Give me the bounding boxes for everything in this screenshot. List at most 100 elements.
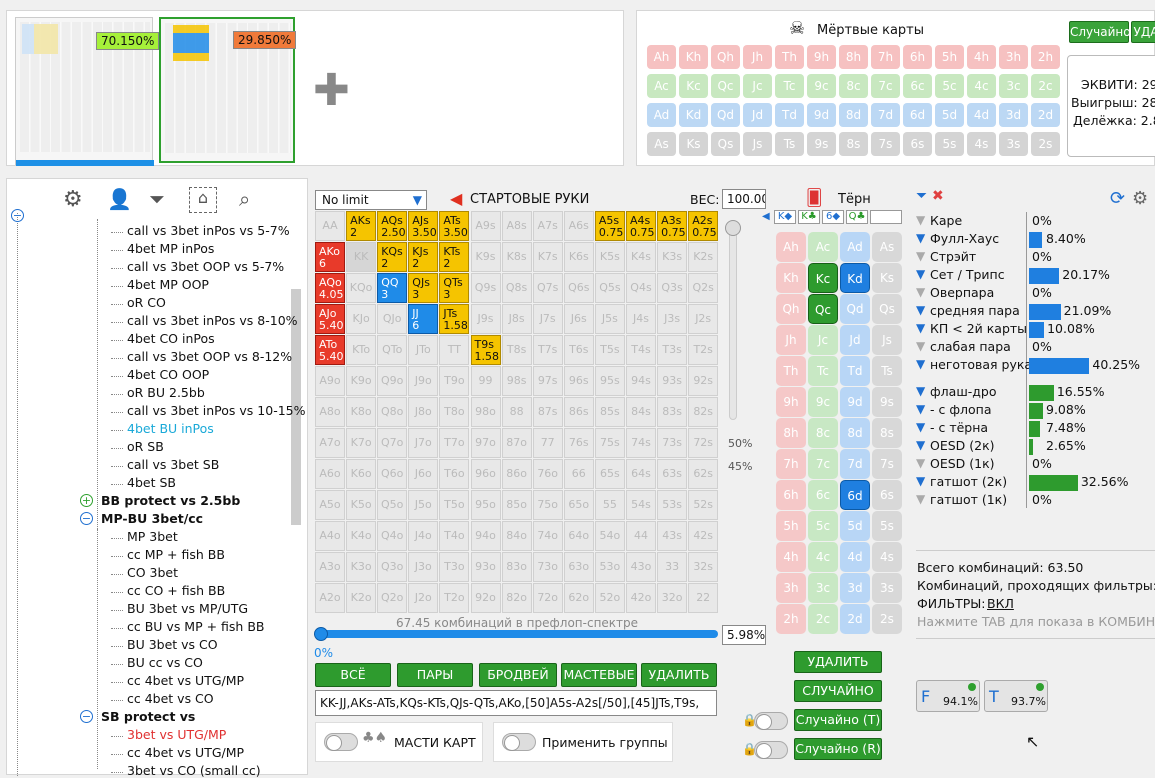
hand-cell[interactable]: A9s (470, 211, 501, 241)
hand-cell[interactable]: K9o (346, 366, 377, 396)
turn-card-Jh[interactable]: Jh (776, 325, 806, 355)
hand-cell[interactable]: A7s (532, 211, 563, 241)
hand-cell[interactable]: A6s (563, 211, 594, 241)
hand-cell[interactable]: 22 (688, 583, 719, 613)
turn-card-8s[interactable]: 8s (872, 418, 902, 448)
hand-cell[interactable]: 84o (501, 521, 532, 551)
hand-cell[interactable]: A8o (315, 397, 345, 427)
hand-cell[interactable]: ATo 5.40 (315, 335, 345, 365)
turn-card-Qd[interactable]: Qd (840, 294, 870, 324)
tree-item[interactable]: oR BU 2.5bb (127, 385, 205, 400)
gear-icon[interactable]: ⚙ (63, 187, 83, 212)
dead-card-3h[interactable]: 3h (999, 45, 1028, 69)
hand-cell[interactable]: 87s (532, 397, 563, 427)
hand-cell[interactable]: J8s (501, 304, 532, 334)
tree-item[interactable]: BU 3bet vs CO (127, 637, 218, 652)
hand-cell[interactable]: 93o (470, 552, 501, 582)
tree-item[interactable]: cc MP + fish BB (127, 547, 225, 562)
delete-button[interactable]: УДА (1131, 21, 1155, 43)
turn-card-Kh[interactable]: Kh (776, 263, 806, 293)
hand-cell[interactable]: 64o (563, 521, 594, 551)
filter-icon[interactable]: ▼ (916, 474, 925, 488)
back-arrow-icon[interactable]: ◀ (450, 189, 462, 208)
hand-cell[interactable]: 75s (594, 428, 625, 458)
tree-item[interactable]: call vs 3bet inPos vs 10-15% (127, 403, 306, 418)
dead-card-Th[interactable]: Th (775, 45, 804, 69)
hand-cell[interactable]: JJ 6 (408, 304, 439, 334)
hand-cell[interactable]: Q8s (501, 273, 532, 303)
filter-icon[interactable]: ▼ (916, 321, 925, 335)
hand-cell[interactable]: KQs 2 (377, 242, 408, 272)
hand-cell[interactable]: A9o (315, 366, 345, 396)
turn-card-2d[interactable]: 2d (840, 604, 870, 634)
dead-card-Ac[interactable]: Ac (647, 74, 676, 98)
turn-card-3h[interactable]: 3h (776, 573, 806, 603)
hand-cell[interactable]: 83o (501, 552, 532, 582)
suited-button[interactable]: МАСТЕВЫЕ (561, 663, 637, 687)
hand-cell[interactable]: AJs 3.50 (408, 211, 439, 241)
filter-icon[interactable]: ▼ (916, 456, 925, 470)
weight-slider-thumb[interactable] (725, 220, 741, 236)
turn-card-7s[interactable]: 7s (872, 449, 902, 479)
hand-cell[interactable]: Q5o (377, 490, 408, 520)
tree-item[interactable]: MP-BU 3bet/cc (101, 511, 203, 526)
hand-cell[interactable]: 86s (563, 397, 594, 427)
filter-icon[interactable]: ▼ (916, 267, 925, 281)
tree-item[interactable]: call vs 3bet SB (127, 457, 219, 472)
range-thumbnail-2[interactable]: 29.850% (159, 17, 297, 163)
weight-input[interactable]: 100.00 (722, 189, 766, 209)
tree-item[interactable]: MP 3bet (127, 529, 178, 544)
dead-card-5c[interactable]: 5c (935, 74, 964, 98)
hand-cell[interactable]: J2s (688, 304, 719, 334)
turn-card-Ad[interactable]: Ad (840, 232, 870, 262)
turn-card-3d[interactable]: 3d (840, 573, 870, 603)
limit-select[interactable]: No limit ▼ (315, 190, 427, 210)
dead-card-Jh[interactable]: Jh (743, 45, 772, 69)
turn-card-7h[interactable]: 7h (776, 449, 806, 479)
dead-card-As[interactable]: As (647, 132, 676, 156)
hand-cell[interactable]: K5o (346, 490, 377, 520)
hand-cell[interactable]: 43s (657, 521, 688, 551)
hand-cell[interactable]: 82s (688, 397, 719, 427)
hand-cell[interactable]: 44 (626, 521, 656, 551)
hand-cell[interactable]: Q9s (470, 273, 501, 303)
turn-card-8c[interactable]: 8c (808, 418, 838, 448)
turn-card-Jd[interactable]: Jd (840, 325, 870, 355)
tree-item[interactable]: oR SB (127, 439, 164, 454)
dead-card-Kd[interactable]: Kd (679, 103, 708, 127)
random-t-toggle[interactable] (754, 712, 788, 730)
dead-card-2s[interactable]: 2s (1031, 132, 1060, 156)
search-icon[interactable]: ⌕ (239, 187, 250, 211)
hand-cell[interactable]: Q6s (563, 273, 594, 303)
hand-cell[interactable]: A2o (315, 583, 345, 613)
turn-card-4h[interactable]: 4h (776, 542, 806, 572)
dead-card-Td[interactable]: Td (775, 103, 804, 127)
hand-cell[interactable]: T9s 1.58 (470, 335, 501, 365)
dead-card-6s[interactable]: 6s (903, 132, 932, 156)
hand-cell[interactable]: T4s (626, 335, 656, 365)
refresh-icon[interactable]: ⟳ (1110, 188, 1125, 209)
turn-card-5s[interactable]: 5s (872, 511, 902, 541)
hand-cell[interactable]: J4s (626, 304, 656, 334)
filter-icon[interactable]: ⏷ (916, 188, 927, 204)
hand-cell[interactable]: A2s 0.75 (688, 211, 719, 241)
hand-cell[interactable]: T9o (439, 366, 470, 396)
turn-card-Kd[interactable]: Kd (840, 263, 870, 293)
hand-cell[interactable]: QTs 3 (439, 273, 470, 303)
hand-cell[interactable]: K6o (346, 459, 377, 489)
hand-cell[interactable]: A5o (315, 490, 345, 520)
filters-value[interactable]: ВКЛ (987, 596, 1014, 611)
groups-toggle[interactable] (502, 733, 536, 751)
hand-cell[interactable]: K8s (501, 242, 532, 272)
hand-cell[interactable]: K3o (346, 552, 377, 582)
settings-icon[interactable]: ⚙ (1132, 188, 1148, 209)
hand-cell[interactable]: 96o (470, 459, 501, 489)
hand-cell[interactable]: K6s (563, 242, 594, 272)
dead-card-Qh[interactable]: Qh (711, 45, 740, 69)
turn-delete-button[interactable]: УДАЛИТЬ (794, 651, 882, 673)
hand-cell[interactable]: 75o (532, 490, 563, 520)
turn-card-3s[interactable]: 3s (872, 573, 902, 603)
hand-cell[interactable]: QJs 3 (408, 273, 439, 303)
hand-cell[interactable]: J3s (657, 304, 688, 334)
dead-card-Kc[interactable]: Kc (679, 74, 708, 98)
